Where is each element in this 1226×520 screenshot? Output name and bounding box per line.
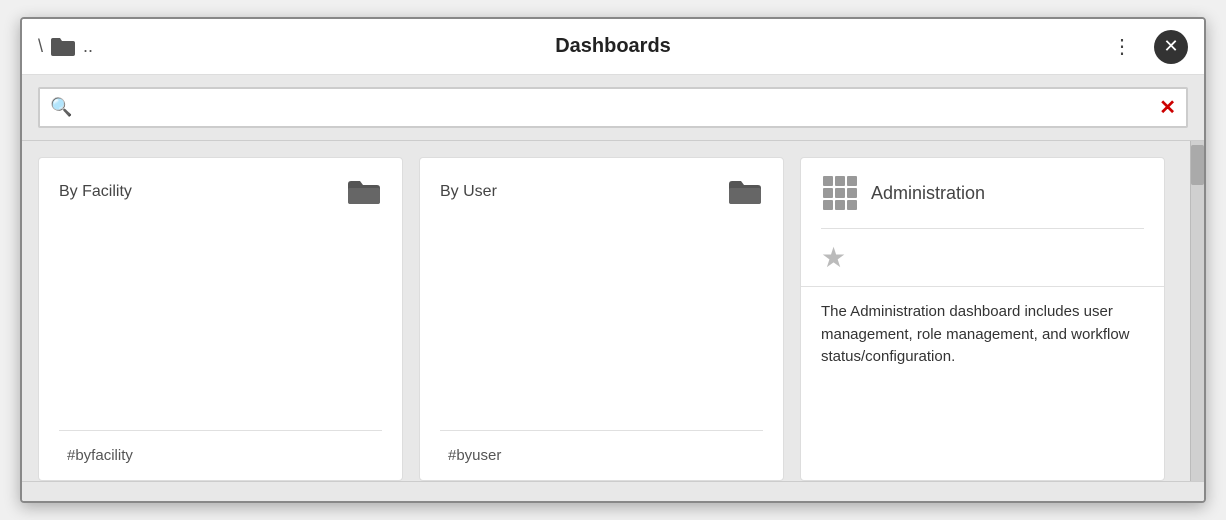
close-button[interactable]: ✕	[1154, 30, 1188, 64]
scrollbar[interactable]	[1190, 141, 1204, 481]
card-by-user[interactable]: By User #byuser	[419, 157, 784, 481]
card-by-facility-title: By Facility	[59, 183, 132, 201]
search-input[interactable]	[80, 99, 1151, 117]
star-icon[interactable]: ★	[821, 241, 846, 274]
bottom-strip	[22, 481, 1204, 501]
search-icon: 🔍	[50, 97, 72, 118]
card-by-user-body: #byuser	[420, 218, 783, 480]
search-clear-button[interactable]: ✕	[1159, 95, 1176, 120]
card-administration-header: Administration	[801, 158, 1164, 228]
card-by-facility[interactable]: By Facility #byfacility	[38, 157, 403, 481]
folder-icon-by-facility	[346, 178, 382, 206]
window-title: Dashboards	[555, 35, 671, 58]
main-window: \ .. Dashboards ⋮ ✕ 🔍 ✕ By Facility	[20, 17, 1206, 503]
card-by-facility-header: By Facility	[39, 158, 402, 218]
star-row: ★	[801, 229, 1164, 286]
card-by-user-title: By User	[440, 183, 497, 201]
card-administration-title: Administration	[871, 183, 985, 204]
scrollbar-thumb[interactable]	[1191, 145, 1204, 185]
cards-area: By Facility #byfacility By User	[22, 141, 1204, 481]
card-by-facility-body: #byfacility	[39, 218, 402, 480]
cube-icon	[821, 174, 859, 212]
card-by-user-header: By User	[420, 158, 783, 218]
search-bar: 🔍 ✕	[22, 75, 1204, 141]
nav-back[interactable]: \	[38, 36, 43, 57]
card-by-user-tag-row: #byuser	[440, 430, 763, 480]
folder-icon-by-user	[727, 178, 763, 206]
card-administration[interactable]: Administration ★ The Administration dash…	[800, 157, 1165, 481]
nav-up[interactable]: ..	[83, 36, 93, 57]
card-by-facility-tag-row: #byfacility	[59, 430, 382, 480]
titlebar: \ .. Dashboards ⋮ ✕	[22, 19, 1204, 75]
search-input-wrapper: 🔍 ✕	[38, 87, 1188, 128]
folder-nav-icon	[49, 36, 77, 58]
titlebar-actions: ⋮ ✕	[1106, 30, 1188, 64]
navigation-breadcrumb: \ ..	[38, 36, 93, 58]
more-options-button[interactable]: ⋮	[1106, 31, 1138, 63]
card-administration-description: The Administration dashboard includes us…	[801, 286, 1164, 383]
card-by-facility-tag: #byfacility	[59, 443, 141, 468]
card-by-user-tag: #byuser	[440, 443, 509, 468]
